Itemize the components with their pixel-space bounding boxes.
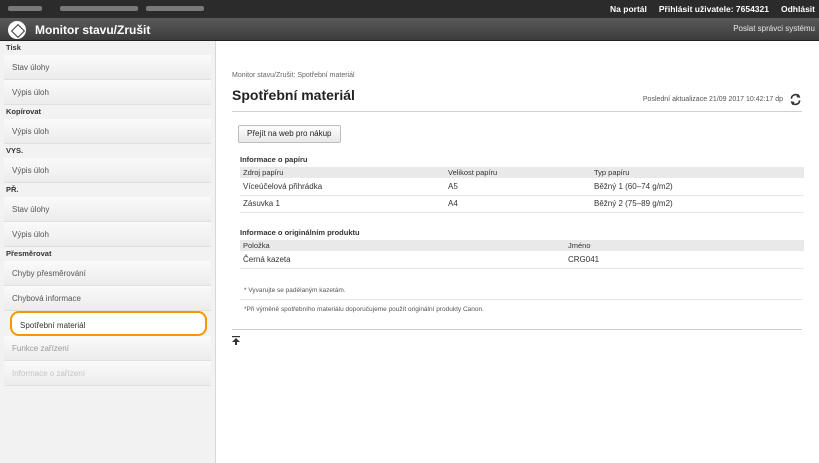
message-admin-link[interactable]: Poslat správci systému xyxy=(733,24,815,33)
product-info-table: Položka Jméno Černá kazeta CRG041 xyxy=(240,240,804,269)
column-header: Typ papíru xyxy=(591,167,804,178)
paper-info-title: Informace o papíru xyxy=(240,155,308,164)
paper-info-table: Zdroj papíru Velikost papíru Typ papíru … xyxy=(240,167,804,213)
sidebar-item-send-job-log[interactable]: Výpis úloh xyxy=(4,158,211,183)
divider xyxy=(232,329,802,330)
counterfeit-note: * Vyvarujte se padělaným kazetám. xyxy=(244,287,346,294)
portal-link[interactable]: Na portál xyxy=(610,4,647,14)
table-cell: Zásuvka 1 xyxy=(240,195,445,213)
sidebar-section-forwarding: Přesměrovat xyxy=(6,249,52,258)
back-to-top-icon[interactable] xyxy=(232,336,240,345)
go-to-purchase-site-button[interactable]: Přejít na web pro nákup xyxy=(238,125,341,143)
column-header: Položka xyxy=(240,240,565,251)
logout-link[interactable]: Odhlásit xyxy=(781,4,815,14)
blurred-text xyxy=(146,6,204,11)
last-updated-text: Poslední aktualizace 21/09 2017 10:42:17… xyxy=(642,96,783,103)
table-cell: Černá kazeta xyxy=(240,251,565,269)
blurred-text xyxy=(60,6,138,11)
sidebar-item-consumables[interactable]: Spotřební materiál xyxy=(10,311,207,336)
top-bar: Na portál Přihlásit uživatele: 7654321 O… xyxy=(0,0,819,18)
main-content: Monitor stavu/Zrušit: Spotřební materiál… xyxy=(226,41,806,463)
sidebar-section-fax: PŘ. xyxy=(6,185,19,194)
sidebar: Tisk Stav úlohy Výpis úloh Kopírovat Výp… xyxy=(0,41,216,463)
column-header: Jméno xyxy=(565,240,804,251)
blurred-text xyxy=(8,6,42,11)
table-header-row: Zdroj papíru Velikost papíru Typ papíru xyxy=(240,167,804,178)
genuine-products-note: *Při výměně spotřebního materiálu doporu… xyxy=(244,306,484,313)
sidebar-item-forwarding-errors[interactable]: Chyby přesměrování xyxy=(4,261,211,286)
table-header-row: Položka Jméno xyxy=(240,240,804,251)
column-header: Velikost papíru xyxy=(445,167,591,178)
table-row: Zásuvka 1 A4 Běžný 2 (75–89 g/m2) xyxy=(240,195,804,213)
sidebar-section-send: VYS. xyxy=(6,146,24,155)
table-row: Víceúčelová přihrádka A5 Běžný 1 (60–74 … xyxy=(240,178,804,196)
sidebar-item-print-job-status[interactable]: Stav úlohy xyxy=(4,55,211,80)
app-header: Monitor stavu/Zrušit Poslat správci syst… xyxy=(0,18,819,41)
column-header: Zdroj papíru xyxy=(240,167,445,178)
table-cell: Běžný 1 (60–74 g/m2) xyxy=(591,178,804,196)
page-title: Spotřební materiál xyxy=(232,87,355,103)
sidebar-fade xyxy=(0,423,215,463)
sidebar-item-fax-job-log[interactable]: Výpis úloh xyxy=(4,222,211,247)
sidebar-item-fax-job-status[interactable]: Stav úlohy xyxy=(4,197,211,222)
divider xyxy=(232,111,802,112)
table-cell: Víceúčelová přihrádka xyxy=(240,178,445,196)
last-updated: Poslední aktualizace 21/09 2017 10:42:17… xyxy=(643,93,802,106)
sidebar-item-copy-job-log[interactable]: Výpis úloh xyxy=(4,119,211,144)
table-cell: CRG041 xyxy=(565,251,804,269)
app-title: Monitor stavu/Zrušit xyxy=(35,23,151,37)
table-row: Černá kazeta CRG041 xyxy=(240,251,804,269)
sidebar-section-print: Tisk xyxy=(6,43,21,52)
sidebar-item-device-information[interactable]: Informace o zařízení xyxy=(4,361,211,386)
divider xyxy=(240,299,802,300)
sidebar-section-copy: Kopírovat xyxy=(6,107,42,116)
sidebar-item-device-features[interactable]: Funkce zařízení xyxy=(4,336,211,361)
sidebar-item-print-job-log[interactable]: Výpis úloh xyxy=(4,80,211,105)
table-cell: Běžný 2 (75–89 g/m2) xyxy=(591,195,804,213)
product-info-title: Informace o originálním produktu xyxy=(240,228,360,237)
breadcrumb: Monitor stavu/Zrušit: Spotřební materiál xyxy=(232,72,355,79)
monitor-logo-icon xyxy=(8,21,26,39)
refresh-icon[interactable] xyxy=(789,93,802,106)
table-cell: A5 xyxy=(445,178,591,196)
user-label: Přihlásit uživatele: 7654321 xyxy=(658,4,769,14)
sidebar-item-error-information[interactable]: Chybová informace xyxy=(4,286,211,311)
table-cell: A4 xyxy=(445,195,591,213)
